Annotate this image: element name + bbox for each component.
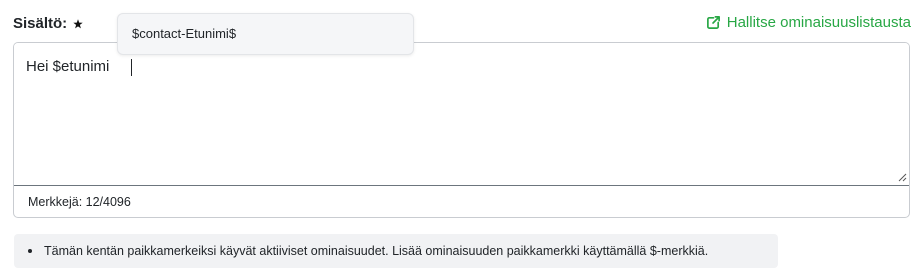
content-editor-container: Merkkejä: 12/4096	[13, 42, 910, 218]
content-field-label: Sisältö:	[13, 15, 68, 32]
manage-properties-link[interactable]: Hallitse ominaisuuslistausta	[706, 14, 911, 31]
star-icon	[73, 18, 83, 28]
text-caret	[131, 59, 132, 76]
field-label-row: Sisältö:	[13, 15, 83, 32]
external-link-icon	[706, 16, 720, 29]
resize-grip-icon[interactable]	[897, 172, 907, 182]
help-item: Tämän kentän paikkamerkeiksi käyvät akti…	[44, 244, 709, 258]
content-textarea[interactable]	[14, 43, 909, 186]
bullet-icon	[28, 249, 32, 253]
character-counter: Merkkejä: 12/4096	[28, 195, 131, 209]
autocomplete-suggestion[interactable]: $contact-Etunimi$	[132, 26, 236, 41]
help-list: Tämän kentän paikkamerkeiksi käyvät akti…	[14, 234, 778, 268]
autocomplete-popup: $contact-Etunimi$	[117, 13, 414, 55]
manage-properties-label: Hallitse ominaisuuslistausta	[726, 14, 911, 31]
